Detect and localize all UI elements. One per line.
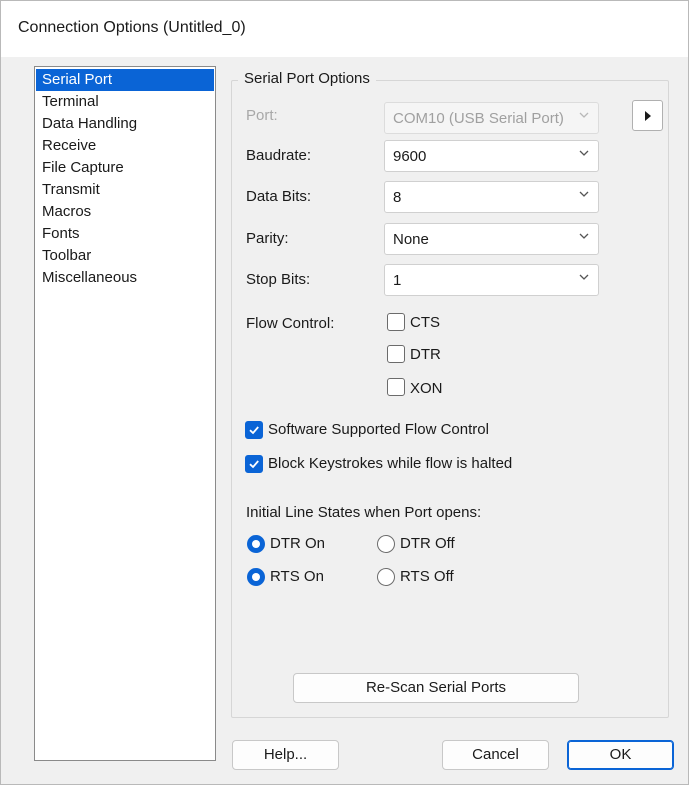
category-item-serial-port[interactable]: Serial Port — [36, 69, 214, 91]
parity-label: Parity: — [246, 230, 289, 247]
window-title: Connection Options (Untitled_0) — [18, 19, 246, 36]
dtr-on-radio[interactable] — [247, 535, 265, 553]
software-flow-checkbox[interactable] — [245, 421, 263, 439]
rescan-serial-ports-button[interactable]: Re-Scan Serial Ports — [293, 673, 579, 703]
databits-select[interactable]: 8 — [384, 181, 599, 213]
rts-on-radio[interactable] — [247, 568, 265, 586]
baudrate-label: Baudrate: — [246, 147, 312, 164]
cts-label: CTS — [410, 314, 440, 331]
port-value: COM10 (USB Serial Port) — [393, 110, 564, 127]
xon-label: XON — [410, 380, 443, 397]
databits-value: 8 — [393, 189, 402, 206]
block-keystrokes-checkbox[interactable] — [245, 455, 263, 473]
category-item-macros[interactable]: Macros — [36, 201, 214, 223]
dtr-on-label: DTR On — [270, 535, 326, 552]
help-button[interactable]: Help... — [232, 740, 339, 770]
category-item-receive[interactable]: Receive — [36, 135, 214, 157]
cancel-button[interactable]: Cancel — [442, 740, 549, 770]
serial-port-options-group — [231, 80, 669, 718]
category-item-transmit[interactable]: Transmit — [36, 179, 214, 201]
chevron-down-icon — [579, 274, 589, 280]
dtr-label: DTR — [410, 346, 441, 363]
category-item-data-handling[interactable]: Data Handling — [36, 113, 214, 135]
dtr-off-radio[interactable] — [377, 535, 395, 553]
software-flow-label: Software Supported Flow Control — [268, 421, 489, 438]
stopbits-label: Stop Bits: — [246, 271, 311, 288]
chevron-down-icon — [579, 150, 589, 156]
triangle-right-icon — [645, 111, 651, 121]
checkmark-icon — [249, 426, 259, 435]
rts-off-label: RTS Off — [400, 568, 454, 585]
title-bar[interactable]: Connection Options (Untitled_0) — [1, 1, 688, 57]
baudrate-value: 9600 — [393, 148, 427, 165]
stopbits-value: 1 — [393, 272, 402, 289]
ok-button[interactable]: OK — [567, 740, 674, 770]
line-states-label: Initial Line States when Port opens: — [246, 504, 482, 521]
dialog-window: Connection Options (Untitled_0) Serial P… — [0, 0, 689, 785]
parity-select[interactable]: None — [384, 223, 599, 255]
category-item-fonts[interactable]: Fonts — [36, 223, 214, 245]
stopbits-select[interactable]: 1 — [384, 264, 599, 296]
parity-value: None — [393, 231, 429, 248]
category-list[interactable]: Serial Port Terminal Data Handling Recei… — [34, 66, 216, 761]
category-item-terminal[interactable]: Terminal — [36, 91, 214, 113]
port-label: Port: — [246, 107, 278, 124]
chevron-down-icon — [579, 191, 589, 197]
rts-on-label: RTS On — [270, 568, 324, 585]
port-more-button[interactable] — [632, 100, 663, 131]
cts-checkbox[interactable] — [387, 313, 405, 331]
chevron-down-icon — [579, 233, 589, 239]
block-keystrokes-label: Block Keystrokes while flow is halted — [268, 455, 513, 472]
flow-control-label: Flow Control: — [246, 315, 335, 332]
category-item-toolbar[interactable]: Toolbar — [36, 245, 214, 267]
checkmark-icon — [249, 460, 259, 469]
chevron-down-icon — [579, 112, 589, 118]
port-select: COM10 (USB Serial Port) — [384, 102, 599, 134]
dtr-off-label: DTR Off — [400, 535, 455, 552]
category-item-miscellaneous[interactable]: Miscellaneous — [36, 267, 214, 289]
category-item-file-capture[interactable]: File Capture — [36, 157, 214, 179]
group-title: Serial Port Options — [238, 70, 376, 87]
dtr-checkbox[interactable] — [387, 345, 405, 363]
rts-off-radio[interactable] — [377, 568, 395, 586]
databits-label: Data Bits: — [246, 188, 312, 205]
baudrate-select[interactable]: 9600 — [384, 140, 599, 172]
xon-checkbox[interactable] — [387, 378, 405, 396]
